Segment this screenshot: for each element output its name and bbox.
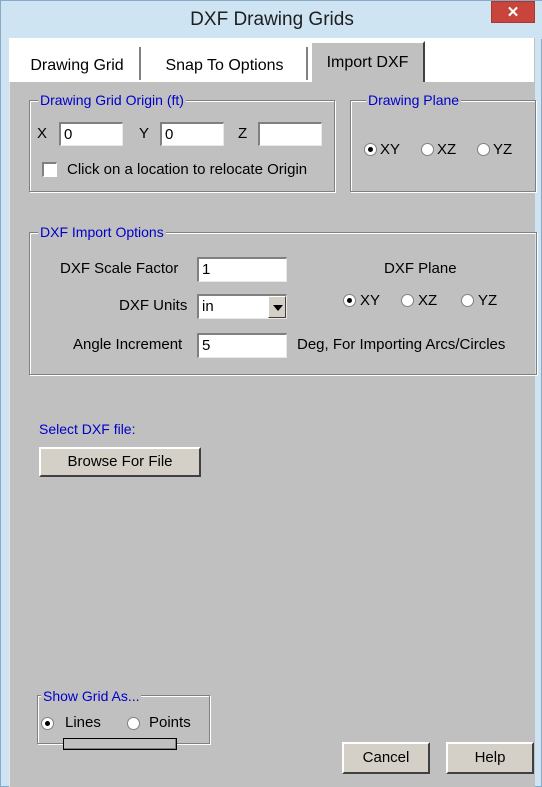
browse-for-file-button[interactable]: Browse For File: [39, 447, 201, 477]
dxf-plane-yz-label: YZ: [478, 292, 498, 309]
angle-increment-label: Angle Increment: [73, 336, 183, 353]
show-grid-points-label: Points: [149, 714, 191, 731]
origin-group-legend: Drawing Grid Origin (ft): [38, 92, 186, 108]
dxf-units-select[interactable]: in: [197, 294, 287, 319]
drawing-plane-xy-label: XY: [380, 141, 401, 158]
dxf-plane-xy-radio[interactable]: [343, 294, 356, 307]
drawing-plane-yz-label: YZ: [493, 141, 513, 158]
drawing-plane-xy-radio[interactable]: [364, 143, 377, 156]
title-bar[interactable]: DXF Drawing Grids ✕: [1, 1, 542, 39]
select-dxf-file-label: Select DXF file:: [39, 421, 136, 437]
dxf-plane-label: DXF Plane: [384, 260, 457, 277]
dxf-units-label: DXF Units: [119, 297, 188, 314]
show-grid-lines-radio[interactable]: [41, 717, 54, 730]
dxf-plane-xz-radio[interactable]: [401, 294, 414, 307]
tab-strip-divider: [9, 80, 534, 82]
tab-import-dxf[interactable]: Import DXF: [310, 41, 425, 82]
drawing-plane-yz-radio[interactable]: [477, 143, 490, 156]
dxf-units-value: in: [202, 298, 214, 315]
origin-y-label: Y: [139, 125, 150, 142]
show-grid-points-radio[interactable]: [127, 717, 140, 730]
dxf-scale-factor-label: DXF Scale Factor: [60, 260, 179, 277]
progress-bar: [63, 738, 177, 750]
angle-increment-note: Deg, For Importing Arcs/Circles: [297, 336, 506, 353]
tab-drawing-grid[interactable]: Drawing Grid: [15, 47, 141, 80]
cancel-button[interactable]: Cancel: [342, 742, 430, 774]
dxf-plane-yz-radio[interactable]: [461, 294, 474, 307]
angle-increment-input[interactable]: 5: [197, 333, 287, 358]
dxf-scale-factor-input[interactable]: 1: [197, 257, 287, 282]
drawing-plane-xz-radio[interactable]: [421, 143, 434, 156]
help-button[interactable]: Help: [446, 742, 534, 774]
window-title: DXF Drawing Grids: [190, 9, 354, 30]
origin-y-input[interactable]: 0: [160, 122, 224, 146]
close-button[interactable]: ✕: [491, 1, 535, 23]
origin-x-input[interactable]: 0: [59, 122, 123, 146]
dxf-plane-xz-label: XZ: [418, 292, 438, 309]
origin-x-label: X: [37, 125, 48, 142]
drawing-plane-legend: Drawing Plane: [366, 92, 462, 108]
dxf-import-options-legend: DXF Import Options: [38, 224, 166, 240]
relocate-origin-checkbox[interactable]: [42, 162, 57, 177]
chevron-down-icon[interactable]: [268, 296, 286, 318]
drawing-plane-xz-label: XZ: [437, 141, 457, 158]
show-grid-as-legend: Show Grid As...: [41, 688, 142, 704]
tab-snap-to-options[interactable]: Snap To Options: [143, 47, 308, 80]
origin-z-label: Z: [238, 125, 248, 142]
relocate-origin-label: Click on a location to relocate Origin: [67, 161, 308, 178]
show-grid-lines-label: Lines: [65, 714, 101, 731]
origin-z-input[interactable]: [258, 122, 322, 146]
dxf-plane-xy-label: XY: [360, 292, 381, 309]
origin-group: [29, 100, 335, 192]
